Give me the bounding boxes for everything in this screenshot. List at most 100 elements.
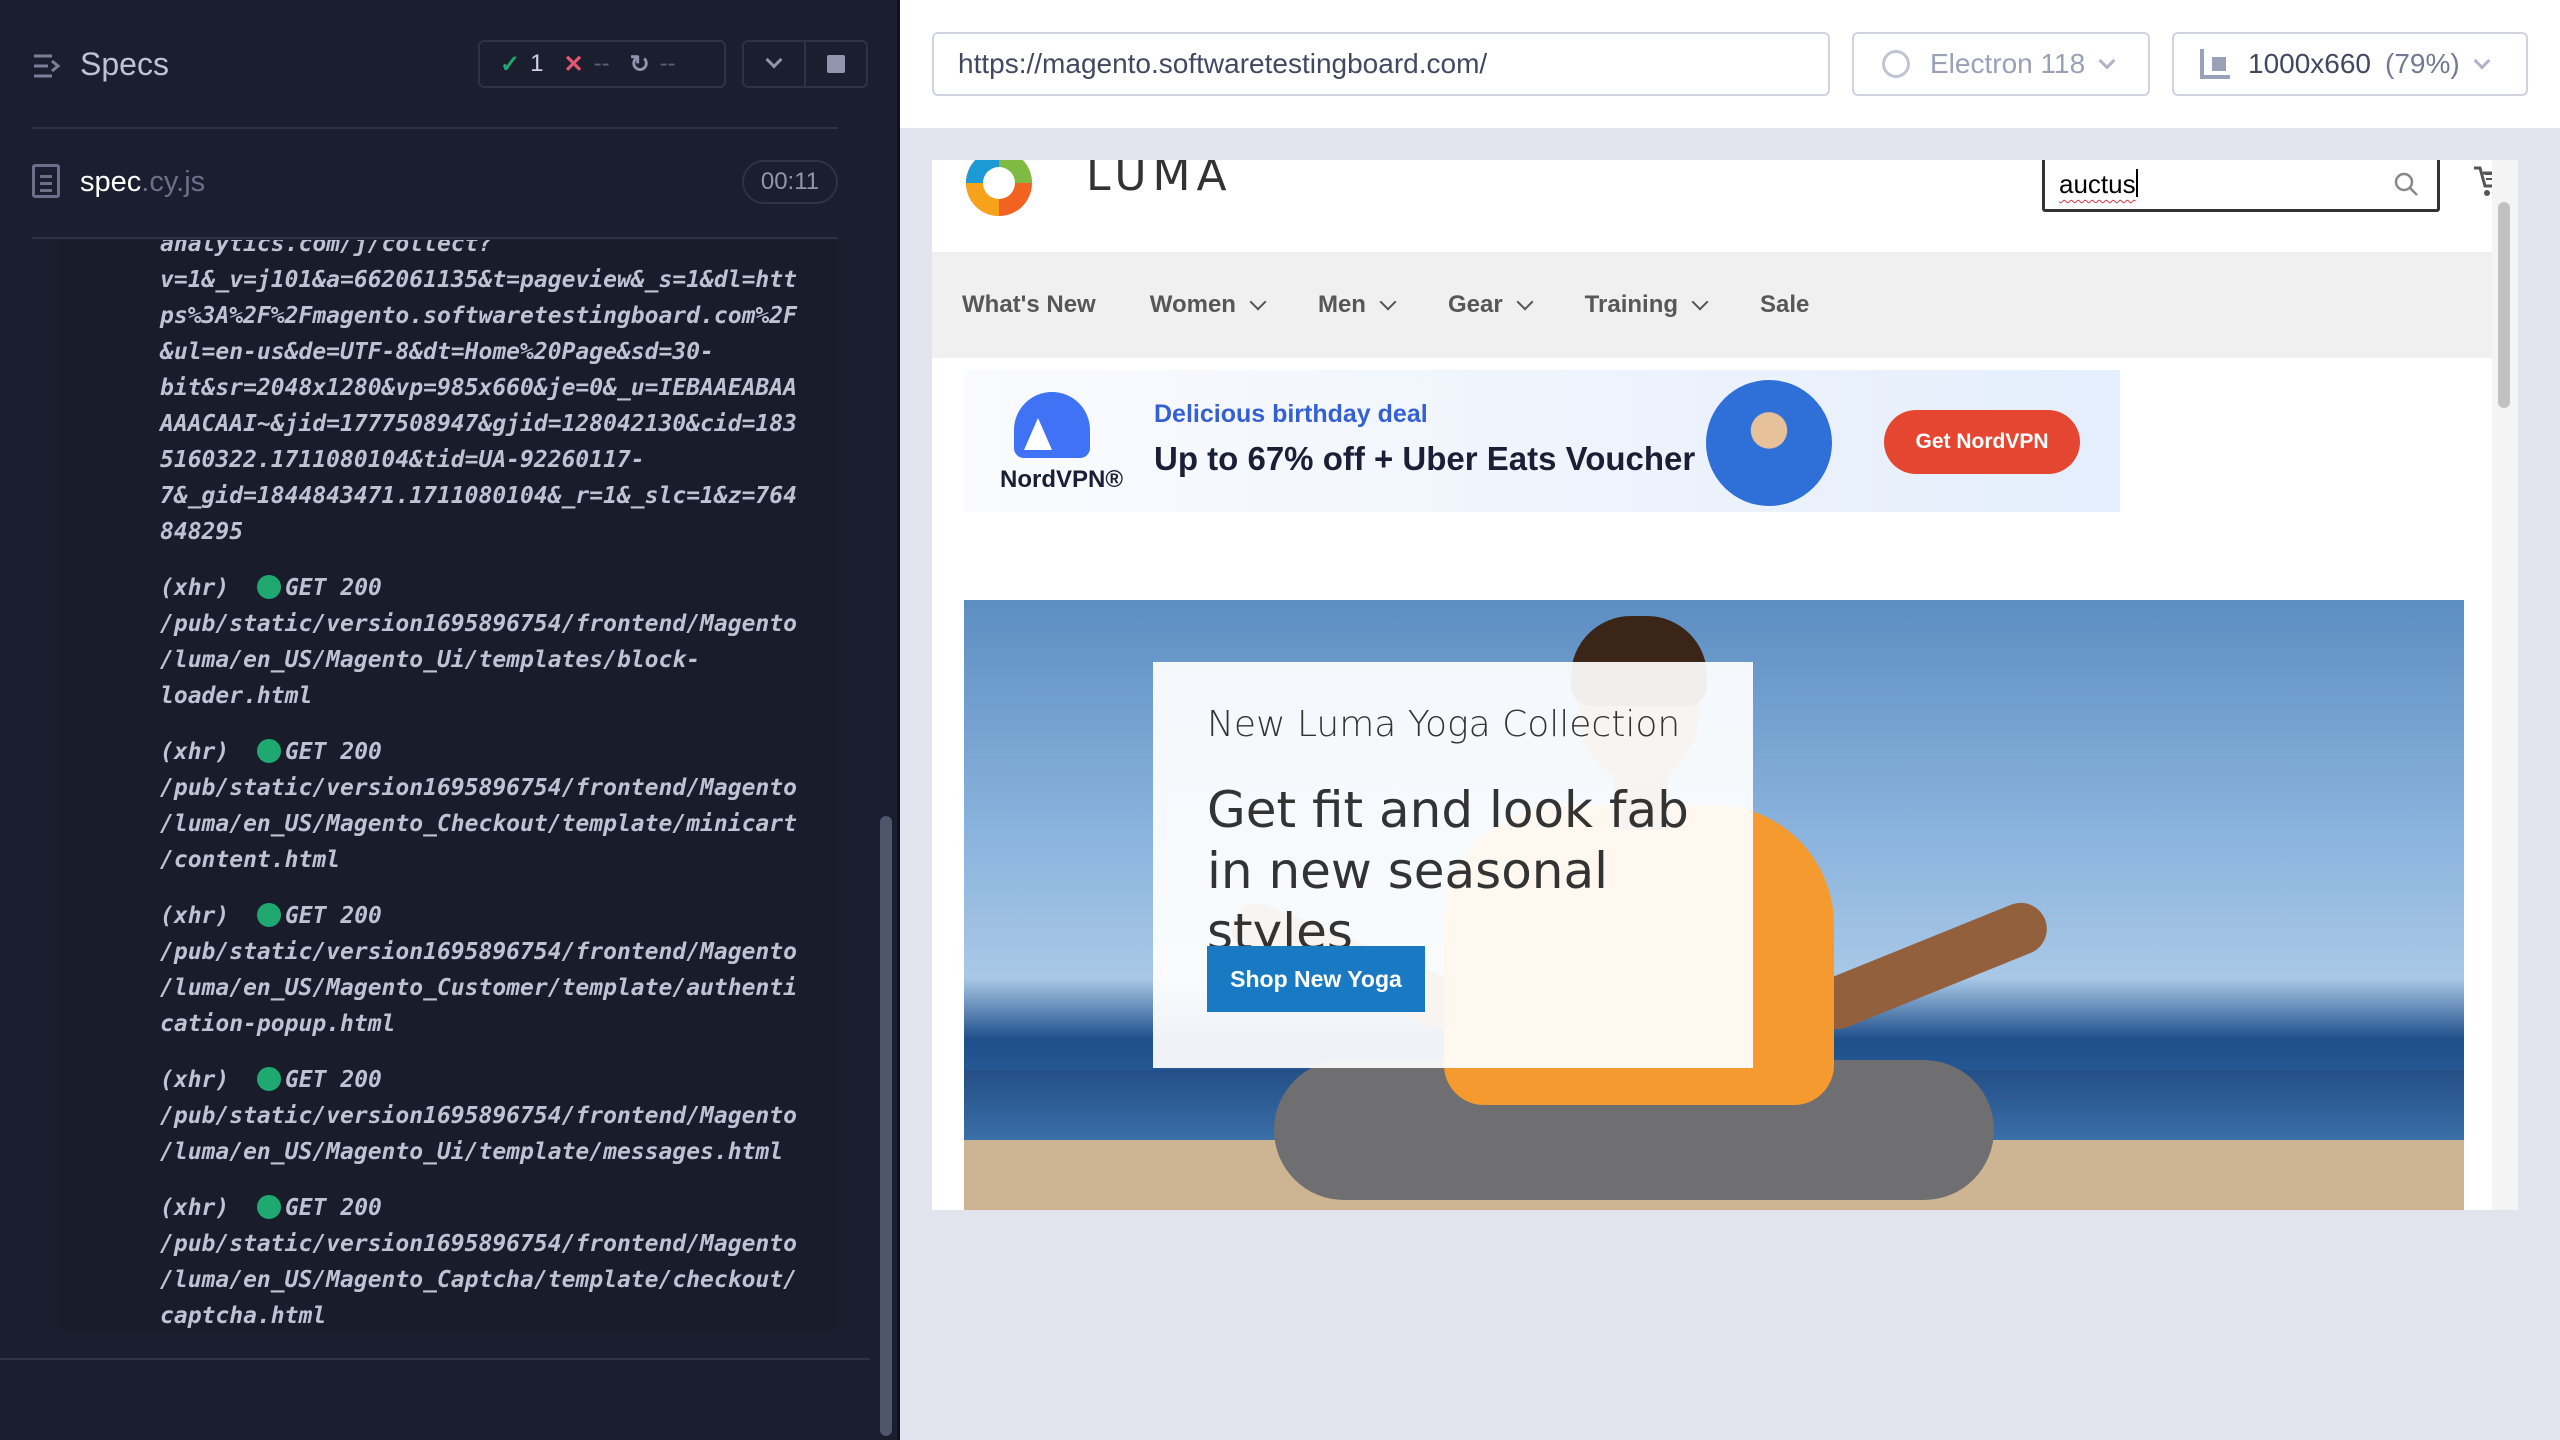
log-url-line: analytics.com/j/collect?	[160, 240, 493, 257]
search-box[interactable]: auctus	[2042, 160, 2440, 212]
nav-item-sale[interactable]: Sale	[1760, 291, 1809, 319]
header-divider	[32, 127, 838, 129]
xhr-type: (xhr)	[160, 739, 230, 765]
viewport-selector[interactable]: 1000x660 (79%)	[2172, 32, 2528, 96]
browser-selector[interactable]: Electron 118	[1852, 32, 2150, 96]
ad-person-image	[1706, 380, 1832, 506]
electron-icon	[1882, 50, 1910, 78]
nav-item-training[interactable]: Training	[1584, 291, 1709, 319]
viewport-scale: (79%)	[2385, 48, 2460, 79]
status-ok-icon	[256, 903, 281, 927]
nav-item-gear[interactable]: Gear	[1448, 291, 1534, 319]
luma-logo-text[interactable]: LUMA	[1086, 160, 1233, 201]
xhr-path-line: /pub/static/version1695896754/frontend/M…	[160, 1231, 797, 1257]
cross-icon: ✕	[563, 50, 584, 78]
collapse-button[interactable]	[744, 42, 806, 86]
xhr-entries: (xhr) GET 200/pub/static/version16958967…	[160, 570, 830, 1332]
xhr-path-line: cation-popup.html	[160, 1011, 396, 1037]
spec-duration: 00:11	[742, 160, 838, 204]
search-value: auctus	[2059, 169, 2136, 199]
chevron-down-icon	[765, 51, 783, 69]
chevron-down-icon	[2473, 52, 2491, 70]
log-scroll-thumb[interactable]	[880, 816, 892, 1436]
pending-stat: ↻ --	[630, 50, 676, 79]
file-icon	[32, 164, 60, 198]
status-ok-icon	[256, 739, 281, 763]
xhr-path-line: /pub/static/version1695896754/frontend/M…	[160, 1103, 797, 1129]
passed-count: 1	[530, 50, 544, 77]
hero-subtitle: New Luma Yoga Collection	[1207, 704, 1681, 745]
xhr-type: (xhr)	[160, 903, 230, 929]
shop-new-yoga-button[interactable]: Shop New Yoga	[1207, 946, 1425, 1012]
url-bar[interactable]: https://magento.softwaretestingboard.com…	[932, 32, 1830, 96]
xhr-log-entry[interactable]: (xhr) GET 200/pub/static/version16958967…	[160, 1190, 830, 1332]
xhr-method-status: GET 200	[284, 903, 382, 929]
xhr-path-line: /content.html	[160, 847, 341, 873]
ad-brand: NordVPN®	[1000, 466, 1124, 493]
command-log[interactable]: analytics.com/j/collect? v=1&_v=j101&a=66…	[58, 240, 838, 1332]
log-url-line: v=1&_v=j101&a=662061135&t=pageview&_s=1&…	[160, 267, 797, 293]
nav-item-label: Training	[1584, 291, 1679, 318]
stop-icon	[827, 55, 845, 73]
aut-scrollbar[interactable]	[2492, 160, 2518, 1210]
log-url-line: bit&sr=2048x1280&vp=985x660&je=0&_u=IEBA…	[160, 375, 797, 401]
failed-stat: ✕ --	[563, 50, 609, 79]
test-stats: ✓ 1 ✕ -- ↻ --	[478, 40, 726, 88]
xhr-type: (xhr)	[160, 1067, 230, 1093]
status-ok-icon	[256, 1067, 281, 1091]
nordvpn-logo-icon	[1014, 392, 1090, 458]
nav-item-women[interactable]: Women	[1149, 291, 1267, 319]
chevron-down-icon	[1516, 293, 1534, 311]
xhr-path-line: /luma/en_US/Magento_Ui/template/messages…	[160, 1139, 784, 1165]
log-url-line: ps%3A%2F%2Fmagento.softwaretestingboard.…	[160, 303, 797, 329]
main-nav: What's New Women Men Gear Training Sale	[932, 252, 2492, 358]
log-url-line: AAACAAI~&jid=1777508947&gjid=128042130&c…	[160, 411, 797, 437]
nordvpn-ad-banner[interactable]: NordVPN® Delicious birthday deal Up to 6…	[964, 370, 2120, 512]
browser-label: Electron 118	[1930, 48, 2086, 79]
specs-title[interactable]: Specs	[80, 46, 169, 83]
log-scrollbar[interactable]	[878, 130, 894, 1440]
xhr-path-line: /pub/static/version1695896754/frontend/M…	[160, 939, 797, 965]
specs-list-icon[interactable]	[32, 52, 64, 80]
hero-model-arm	[1803, 895, 2055, 1037]
xhr-path-line: captcha.html	[160, 1303, 327, 1329]
search-icon[interactable]	[2393, 171, 2419, 197]
ad-cta-button[interactable]: Get NordVPN	[1884, 410, 2080, 474]
nav-item-label: What's New	[962, 291, 1096, 318]
viewport-icon	[2200, 49, 2230, 79]
log-url-line: &ul=en-us&de=UTF-8&dt=Home%20Page&sd=30-	[160, 339, 714, 365]
pending-icon: ↻	[629, 50, 650, 78]
hero-promo-box: New Luma Yoga Collection Get fit and loo…	[1153, 662, 1753, 1068]
run-controls	[742, 40, 868, 88]
xhr-log-entry[interactable]: (xhr) GET 200/pub/static/version16958967…	[160, 1062, 830, 1170]
viewport-size: 1000x660	[2248, 48, 2372, 79]
runner-header: Specs ✓ 1 ✕ -- ↻ --	[0, 0, 900, 129]
xhr-log-head: (xhr) GET 200	[160, 1190, 830, 1226]
check-icon: ✓	[500, 50, 521, 78]
xhr-log-head: (xhr) GET 200	[160, 734, 830, 770]
chevron-down-icon	[1691, 293, 1709, 311]
luma-logo-icon[interactable]	[964, 160, 1034, 218]
spec-filename: spec.cy.js	[80, 166, 205, 199]
xhr-log-entry[interactable]: (xhr) GET 200/pub/static/version16958967…	[160, 734, 830, 878]
xhr-log-entry[interactable]: (xhr) GET 200/pub/static/version16958967…	[160, 898, 830, 1042]
xhr-method-status: GET 200	[284, 739, 382, 765]
aut-scroll-thumb[interactable]	[2498, 202, 2510, 408]
nav-item-what-s-new[interactable]: What's New	[962, 291, 1096, 319]
spec-row[interactable]: spec.cy.js 00:11	[0, 150, 870, 214]
xhr-path-line: /luma/en_US/Magento_Checkout/template/mi…	[160, 811, 797, 837]
xhr-log-entry[interactable]: (xhr) GET 200/pub/static/version16958967…	[160, 570, 830, 714]
nav-item-men[interactable]: Men	[1318, 291, 1397, 319]
chevron-down-icon	[2098, 52, 2116, 70]
nav-item-label: Women	[1149, 291, 1236, 318]
chevron-down-icon	[1379, 293, 1397, 311]
chevron-down-icon	[1249, 293, 1267, 311]
xhr-method-status: GET 200	[284, 575, 382, 601]
stop-button[interactable]	[806, 42, 866, 86]
search-input[interactable]: auctus	[2059, 169, 2138, 200]
spec-divider	[32, 237, 838, 239]
text-caret	[2135, 169, 2138, 197]
runner-panel: Specs ✓ 1 ✕ -- ↻ -- spec.cy.js 00:11 ana…	[0, 0, 900, 1440]
spec-name: spec	[80, 166, 142, 198]
xhr-log-head: (xhr) GET 200	[160, 570, 830, 606]
